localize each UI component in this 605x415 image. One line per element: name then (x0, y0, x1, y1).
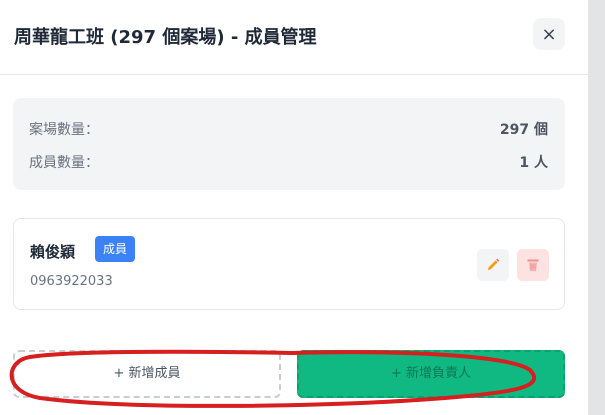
stat-row-sites: 案場數量： 297 個 (29, 119, 548, 139)
add-member-button[interactable]: + 新增成員 (13, 350, 281, 398)
trash-icon (527, 259, 539, 271)
stat-label: 成員數量： (29, 155, 99, 171)
stat-row-members: 成員數量： 1 人 (29, 152, 548, 172)
modal-header: 周華龍工班 (297 個案場) - 成員管理 × (0, 0, 588, 75)
modal-title: 周華龍工班 (297 個案場) - 成員管理 (14, 27, 317, 48)
stats-panel: 案場數量： 297 個 成員數量： 1 人 (13, 98, 565, 190)
member-name: 賴俊穎 (30, 243, 76, 261)
close-icon: × (541, 23, 557, 45)
member-card: 賴俊穎 成員 0963922033 (13, 218, 565, 310)
page-scrollbar[interactable] (588, 0, 605, 415)
stat-label: 案場數量： (29, 122, 99, 138)
close-button[interactable]: × (533, 18, 565, 50)
pencil-icon (488, 258, 500, 270)
member-phone: 0963922033 (30, 274, 113, 289)
delete-member-button[interactable] (517, 249, 549, 281)
add-leader-button[interactable]: + 新增負責人 (297, 350, 565, 398)
role-badge: 成員 (95, 236, 136, 262)
stat-value: 297 個 (499, 122, 548, 138)
stat-value: 1 人 (519, 155, 548, 171)
edit-member-button[interactable] (477, 249, 509, 281)
member-management-modal: 周華龍工班 (297 個案場) - 成員管理 × 案場數量： 297 個 成員數… (0, 0, 588, 415)
